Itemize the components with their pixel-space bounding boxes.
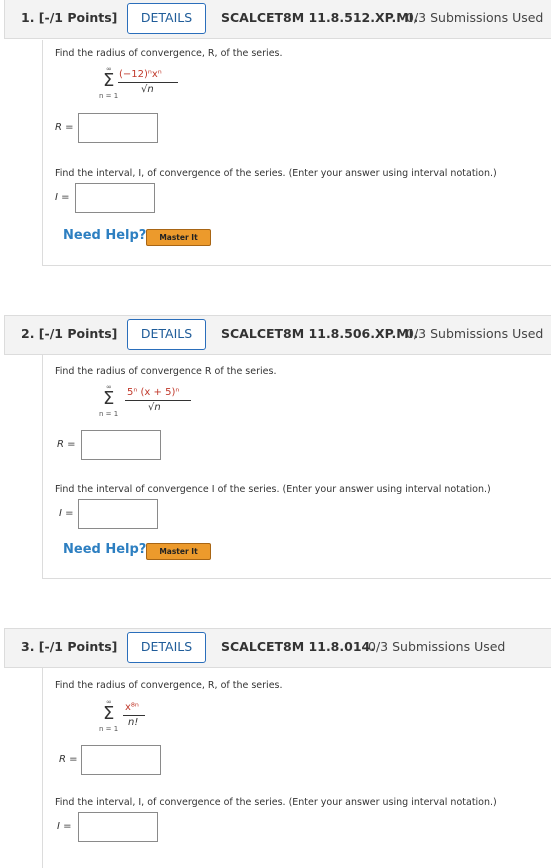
- interval-label: I =: [59, 508, 74, 519]
- question-code: SCALCET8M 11.8.014.: [221, 639, 375, 654]
- details-button[interactable]: DETAILS: [127, 632, 206, 663]
- fraction-bar: [125, 400, 191, 401]
- question-title: 1. [-/1 Points]: [21, 10, 118, 25]
- question-title: 3. [-/1 Points]: [21, 639, 118, 654]
- series-numerator: (−12)ⁿxⁿ: [119, 69, 162, 80]
- radius-input[interactable]: [82, 431, 160, 459]
- summation-sigma-icon: Σ: [103, 388, 115, 409]
- interval-label: I =: [57, 821, 72, 832]
- question-header: 2. [-/1 Points] DETAILS SCALCET8M 11.8.5…: [4, 315, 551, 355]
- question-code: SCALCET8M 11.8.506.XP.MI.: [221, 326, 419, 341]
- radius-label: R =: [55, 122, 74, 133]
- summation-sigma-icon: Σ: [103, 703, 115, 724]
- sum-lower-limit: n = 1: [99, 725, 119, 733]
- question-title: 2. [-/1 Points]: [21, 326, 118, 341]
- radius-prompt: Find the radius of convergence, R, of th…: [55, 680, 283, 691]
- fraction-bar: [123, 715, 145, 716]
- interval-label: I =: [55, 192, 70, 203]
- interval-answer-field[interactable]: [78, 499, 158, 529]
- sum-lower-limit: n = 1: [99, 410, 119, 418]
- series-formula: ∞ Σ n = 1 5ⁿ (x + 5)ⁿ √n: [99, 383, 223, 425]
- sum-lower-limit: n = 1: [99, 92, 119, 100]
- need-help-label: Need Help?: [63, 542, 147, 557]
- interval-answer-field[interactable]: [78, 812, 158, 842]
- radius-answer-field[interactable]: [78, 113, 158, 143]
- series-denominator: √n: [141, 84, 154, 95]
- radius-answer-field[interactable]: [81, 745, 161, 775]
- interval-input[interactable]: [76, 184, 154, 212]
- interval-prompt: Find the interval of convergence I of th…: [55, 484, 491, 495]
- interval-answer-field[interactable]: [75, 183, 155, 213]
- summation-sigma-icon: Σ: [103, 70, 115, 91]
- submissions-count: 0/3 Submissions Used: [368, 639, 506, 654]
- series-numerator: 5ⁿ (x + 5)ⁿ: [127, 387, 180, 398]
- series-denominator: √n: [148, 402, 161, 413]
- question-code: SCALCET8M 11.8.512.XP.MI.: [221, 10, 419, 25]
- question-body: Find the radius of convergence, R, of th…: [42, 668, 551, 868]
- interval-prompt: Find the interval, I, of convergence of …: [55, 797, 497, 808]
- details-button[interactable]: DETAILS: [127, 3, 206, 34]
- interval-prompt: Find the interval, I, of convergence of …: [55, 168, 497, 179]
- series-formula: ∞ Σ n = 1 x⁸ⁿ n!: [99, 698, 183, 740]
- interval-input[interactable]: [79, 813, 157, 841]
- submissions-count: 0/3 Submissions Used: [406, 326, 544, 341]
- radius-prompt: Find the radius of convergence, R, of th…: [55, 48, 283, 59]
- radius-label: R =: [59, 754, 78, 765]
- radius-prompt: Find the radius of convergence R of the …: [55, 366, 277, 377]
- interval-input[interactable]: [79, 500, 157, 528]
- series-formula: ∞ Σ n = 1 (−12)ⁿxⁿ √n: [99, 65, 203, 107]
- need-help-label: Need Help?: [63, 228, 147, 243]
- fraction-bar: [118, 82, 178, 83]
- question-header: 1. [-/1 Points] DETAILS SCALCET8M 11.8.5…: [4, 0, 551, 39]
- question-header: 3. [-/1 Points] DETAILS SCALCET8M 11.8.0…: [4, 628, 551, 668]
- details-button[interactable]: DETAILS: [127, 319, 206, 350]
- radius-input[interactable]: [82, 746, 160, 774]
- submissions-count: 0/3 Submissions Used: [406, 10, 544, 25]
- radius-label: R =: [57, 439, 76, 450]
- radius-answer-field[interactable]: [81, 430, 161, 460]
- question-body: Find the radius of convergence, R, of th…: [42, 40, 551, 266]
- series-denominator: n!: [128, 717, 139, 728]
- series-numerator: x⁸ⁿ: [125, 702, 139, 713]
- master-it-button[interactable]: Master It: [146, 543, 211, 560]
- master-it-button[interactable]: Master It: [146, 229, 211, 246]
- radius-input[interactable]: [79, 114, 157, 142]
- question-body: Find the radius of convergence R of the …: [42, 355, 551, 579]
